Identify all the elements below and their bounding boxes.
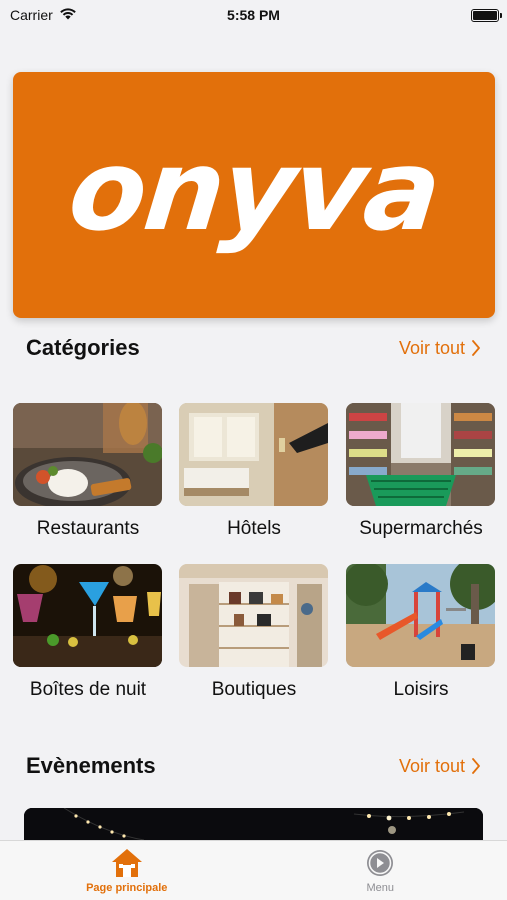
hotel-photo bbox=[179, 403, 328, 506]
category-leisure[interactable]: Loisirs bbox=[346, 564, 496, 701]
category-label: Boîtes de nuit bbox=[29, 679, 147, 700]
tab-menu-label: Menu bbox=[366, 882, 395, 894]
see-all-label: Voir tout bbox=[398, 755, 465, 776]
events-see-all-button[interactable]: Voir tout bbox=[399, 756, 481, 777]
chevron-right-icon bbox=[472, 340, 480, 356]
category-label: Boutiques bbox=[211, 679, 297, 700]
tab-bar: Page principale Menu bbox=[0, 840, 507, 900]
category-nightclubs[interactable]: Boîtes de nuit bbox=[13, 564, 163, 701]
wifi-icon bbox=[59, 7, 77, 23]
status-bar: Carrier 5:58 PM bbox=[0, 0, 507, 30]
restaurant-photo bbox=[13, 403, 162, 506]
menu-icon bbox=[367, 850, 394, 876]
categories-title: Catégories bbox=[26, 335, 140, 360]
category-hotels[interactable]: Hôtels bbox=[179, 403, 329, 540]
categories-see-all-button[interactable]: Voir tout bbox=[399, 338, 481, 359]
see-all-label: Voir tout bbox=[398, 337, 465, 358]
category-restaurants[interactable]: Restaurants bbox=[13, 403, 163, 540]
categories-header: Catégories Voir tout bbox=[26, 333, 481, 363]
category-supermarkets[interactable]: Supermarchés bbox=[346, 403, 496, 540]
category-label: Supermarchés bbox=[359, 518, 483, 539]
events-title: Evènements bbox=[26, 753, 156, 778]
status-left: Carrier bbox=[10, 7, 77, 23]
battery-icon bbox=[471, 8, 502, 22]
category-label: Restaurants bbox=[36, 518, 140, 539]
category-label: Hôtels bbox=[227, 518, 281, 539]
chevron-right-icon bbox=[472, 758, 480, 774]
tab-menu[interactable]: Menu bbox=[254, 841, 507, 900]
brand-banner[interactable]: onyva bbox=[13, 72, 495, 318]
category-label: Loisirs bbox=[393, 679, 449, 700]
playground-photo bbox=[346, 564, 495, 667]
supermarket-photo bbox=[346, 403, 495, 506]
brand-logo: onyva bbox=[63, 126, 445, 256]
boutique-photo bbox=[179, 564, 328, 667]
events-header: Evènements Voir tout bbox=[26, 751, 481, 781]
tab-home-label: Page principale bbox=[86, 882, 168, 894]
category-boutiques[interactable]: Boutiques bbox=[179, 564, 329, 701]
nightclub-photo bbox=[13, 564, 162, 667]
carrier-label: Carrier bbox=[10, 7, 53, 23]
home-icon bbox=[111, 849, 142, 877]
tab-home[interactable]: Page principale bbox=[0, 841, 254, 900]
